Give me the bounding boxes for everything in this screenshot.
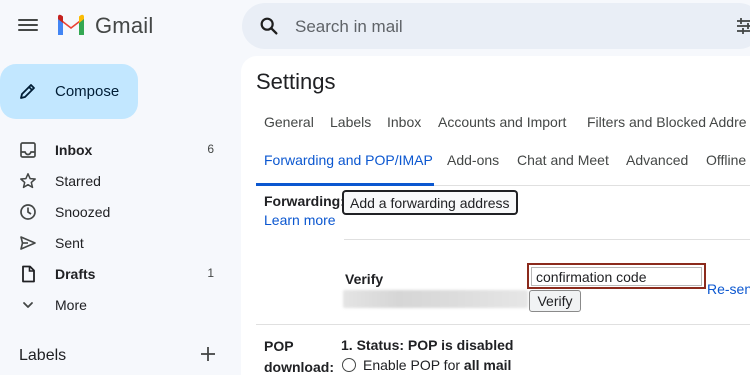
confirmation-code-input[interactable] [531,267,702,286]
sidebar-item-snoozed[interactable]: Snoozed [0,196,232,227]
inbox-icon [20,142,36,158]
section-divider [344,239,750,240]
active-tab-indicator [256,183,434,186]
sidebar-item-inbox[interactable]: Inbox 6 [0,134,232,165]
tab-labels[interactable]: Labels [330,114,371,130]
search-input[interactable] [295,15,675,39]
top-bar: Gmail [0,0,750,56]
labels-header: Labels [19,347,67,364]
tab-forwarding-and-pop-imap[interactable]: Forwarding and POP/IMAP [264,152,433,168]
compose-button[interactable]: Compose [0,64,138,119]
tab-general[interactable]: General [264,114,314,130]
sidebar-item-label: Starred [55,173,101,189]
pop-label-line: POP [264,338,294,354]
resend-email-link[interactable]: Re-sen [707,281,750,297]
enable-pop-all-mail-option[interactable]: Enable POP for all mail [363,357,511,373]
main-menu-icon[interactable] [18,16,38,36]
tab-filters-and-blocked-addresses[interactable]: Filters and Blocked Addre [587,114,747,130]
option-text-bold: all mail [463,357,512,373]
sidebar-nav: Inbox 6 Starred Snoozed Sent Drafts 1 Mo… [0,134,232,320]
star-icon [20,173,36,189]
search-bar[interactable] [242,3,750,49]
sidebar-item-drafts[interactable]: Drafts 1 [0,258,232,289]
pop-download-label: POP download: [264,336,334,375]
add-forwarding-address-button[interactable]: Add a forwarding address [343,191,517,214]
section-divider [256,324,750,325]
search-options-icon[interactable] [736,17,750,35]
sidebar-item-label: More [55,297,87,313]
sidebar-item-label: Drafts [55,266,96,282]
clock-icon [20,204,36,220]
sidebar-item-label: Inbox [55,142,93,158]
option-text: Enable POP for [363,357,464,373]
chevron-down-icon [23,302,33,308]
learn-more-link[interactable]: Learn more [264,212,336,228]
forwarding-label: Forwarding: [264,193,345,209]
tab-inbox[interactable]: Inbox [387,114,421,130]
tab-advanced[interactable]: Advanced [626,152,688,168]
search-icon[interactable] [258,15,280,37]
blurred-forwarding-address [343,290,528,308]
send-icon [20,236,36,250]
pop-status: 1. Status: POP is disabled [341,337,514,353]
verify-button[interactable]: Verify [529,290,581,312]
add-label-icon[interactable] [199,345,217,363]
settings-panel: Settings General Labels Inbox Accounts a… [241,56,750,375]
verify-label: Verify [345,271,384,287]
tab-chat-and-meet[interactable]: Chat and Meet [517,152,609,168]
sidebar-item-starred[interactable]: Starred [0,165,232,196]
tab-accounts-and-import[interactable]: Accounts and Import [438,114,566,130]
enable-pop-all-mail-radio[interactable] [342,358,356,372]
tab-add-ons[interactable]: Add-ons [447,152,499,168]
unread-count: 6 [207,142,214,156]
sidebar-item-label: Sent [55,235,84,251]
pencil-icon [20,84,35,99]
draft-icon [22,265,35,283]
sidebar-item-more[interactable]: More [0,289,232,320]
sidebar-item-sent[interactable]: Sent [0,227,232,258]
pop-label-line: download: [264,359,334,375]
page-title: Settings [256,69,336,94]
gmail-logo-icon[interactable] [56,12,86,38]
compose-label: Compose [55,83,120,100]
draft-count: 1 [207,266,214,280]
sidebar-item-label: Snoozed [55,204,111,220]
app-name: Gmail [95,13,154,38]
tab-offline[interactable]: Offline [706,152,746,168]
